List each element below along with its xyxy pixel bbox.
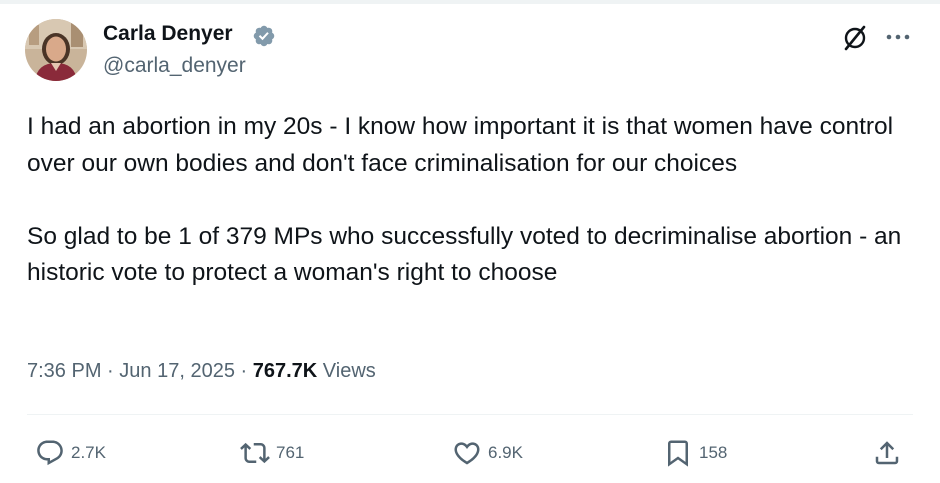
avatar-photo: [25, 19, 87, 81]
views-count: 767.7K: [252, 360, 318, 382]
bookmark-button[interactable]: 158: [663, 436, 727, 470]
views-label: Views: [322, 360, 376, 382]
repost-button[interactable]: 761: [240, 436, 304, 470]
like-button[interactable]: 6.9K: [452, 436, 523, 470]
top-border: [0, 0, 940, 4]
verified-badge-icon: [253, 25, 275, 47]
like-count: 6.9K: [488, 443, 523, 462]
bookmark-count: 158: [699, 443, 728, 462]
tweet-text: I had an abortion in my 20s - I know how…: [27, 109, 922, 292]
tweet-date[interactable]: Jun 17, 2025: [119, 360, 235, 382]
reply-count: 2.7K: [71, 443, 106, 462]
reply-button[interactable]: 2.7K: [35, 436, 106, 470]
meta-separator: ·: [107, 360, 114, 382]
repost-icon: [240, 442, 270, 464]
divider: [27, 414, 913, 415]
heart-icon: [454, 442, 480, 465]
tweet-time[interactable]: 7:36 PM: [27, 360, 101, 382]
tweet-meta: 7:36 PM · Jun 17, 2025 · 767.7K Views: [27, 360, 376, 383]
tweet-paragraph: I had an abortion in my 20s - I know how…: [27, 113, 894, 177]
tweet-paragraph: So glad to be 1 of 379 MPs who successfu…: [27, 222, 902, 287]
grok-icon[interactable]: [842, 25, 868, 51]
avatar[interactable]: [25, 19, 87, 81]
tweet-card: Carla Denyer @carla_denyer I had an abor…: [0, 0, 940, 483]
share-button[interactable]: [872, 436, 902, 470]
more-icon[interactable]: [885, 31, 911, 43]
repost-count: 761: [276, 443, 305, 462]
bookmark-icon: [668, 440, 688, 467]
share-icon: [875, 441, 899, 465]
author-handle[interactable]: @carla_denyer: [103, 54, 246, 78]
reply-icon: [37, 440, 63, 466]
author-name[interactable]: Carla Denyer: [103, 22, 233, 46]
meta-separator: ·: [240, 360, 248, 382]
